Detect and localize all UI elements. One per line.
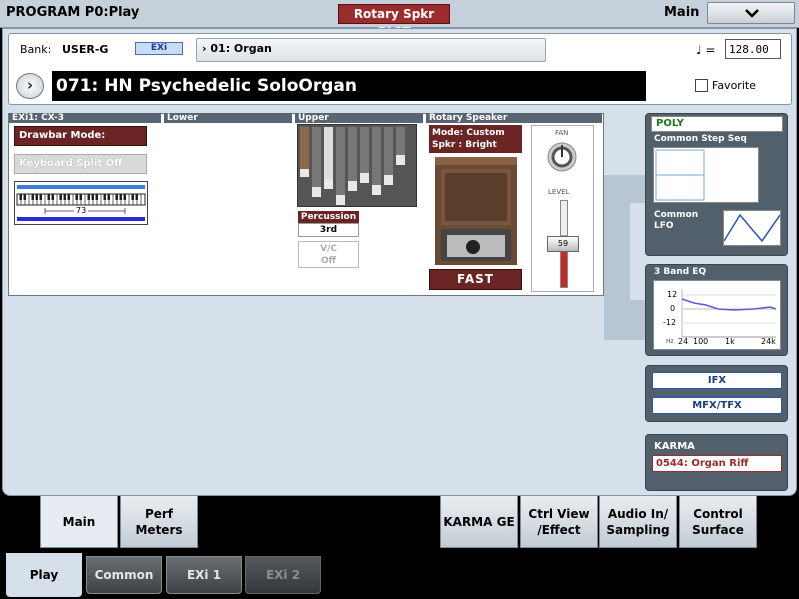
tab-control-surface[interactable]: Control Surface [679,496,757,548]
page-title: PROGRAM P0:Play [6,5,140,20]
category-value: 01: Organ [210,42,272,55]
bank-value[interactable]: USER-G [62,43,108,56]
step-seq-graph[interactable] [653,147,759,203]
tab-common[interactable]: Common [86,556,162,594]
step-seq-icon [655,149,705,201]
tab-label: EXi 2 [265,568,301,582]
tab-perf-meters[interactable]: Perf Meters [120,496,198,548]
eq-ytick: 12 [667,290,678,299]
engine-header: EXi1: CX-3 [9,113,161,123]
program-select-button[interactable]: › [16,73,44,99]
tab-audio-in-sampling[interactable]: Audio In/ Sampling [599,496,677,548]
vc-value: Off [321,256,336,266]
eq-ytick: -12 [663,318,677,327]
fan-knob[interactable] [546,141,578,173]
eq-xunit: Hz [666,338,674,345]
rotary-speed-button[interactable]: FAST [429,269,522,290]
upper-drawbars[interactable] [297,124,417,207]
percussion-label: Percussion [298,211,359,223]
fan-label: FAN [555,129,569,137]
status-badge: Rotary Spkr FAST [338,4,450,39]
speaker-cabinet-icon [435,157,517,265]
current-page-label: Main [664,5,700,20]
tab-exi1[interactable]: EXi 1 [166,556,242,594]
chevron-right-icon: › [202,42,207,55]
ifx-button[interactable]: IFX [652,372,782,389]
eq-xtick: 24 [678,337,689,346]
tab-label: KARMA GE [443,514,515,529]
vibrato-chorus-button[interactable]: V/C Off [298,241,359,268]
tab-exi2[interactable]: EXi 2 [245,556,321,594]
bank-label: Bank: [20,43,52,56]
tab-label: Ctrl View /Effect [528,506,590,537]
favorite-label: Favorite [712,79,756,92]
signal-flow-line [604,300,648,340]
keyboard-split-widget[interactable] [14,181,148,225]
percussion-value[interactable]: 3rd [298,223,359,237]
rotary-header: Rotary Speaker [426,113,602,123]
level-slider-handle[interactable]: 59 [547,236,579,252]
category-select-label: › 01: Organ [202,42,272,55]
tab-label: Play [29,568,59,582]
keyboard-icon [16,185,146,221]
lfo-graph[interactable] [723,210,781,246]
lower-header: Lower [164,113,292,123]
program-name[interactable]: 071: HN Psychedelic SoloOrgan [52,71,646,101]
split-point-value: 73 [74,206,89,215]
tab-ctrl-view-effect[interactable]: Ctrl View /Effect [520,496,598,548]
eq-xtick: 1k [725,337,735,346]
tab-label: Control Surface [692,506,744,537]
tab-label: Common [94,568,154,582]
rotary-mode: Mode: Custom [432,128,505,138]
tab-karma-ge[interactable]: KARMA GE [440,496,518,548]
favorite-checkbox[interactable] [695,79,708,92]
karma-label: KARMA [654,441,695,452]
level-label: LEVEL [548,188,570,196]
tempo-field[interactable]: 128.00 [725,39,781,59]
eq-ytick: 0 [670,304,676,313]
drawbar-mode-button[interactable]: Drawbar Mode: Normal [14,126,147,159]
mfx-tfx-button[interactable]: MFX/TFX [652,397,782,414]
tab-label: Audio In/ Sampling [606,506,670,537]
tab-label: EXi 1 [186,568,222,582]
step-seq-label: Common Step Seq [654,134,747,144]
tab-main[interactable]: Main [40,496,118,548]
engine-badge: EXi [135,42,183,55]
rotary-info[interactable]: Mode: Custom Spkr : Bright [429,125,522,153]
vc-label: V/C [320,244,337,254]
rotary-speaker: Spkr : Bright [432,140,497,150]
karma-module-field[interactable]: 0544: Organ Riff [652,455,782,472]
chevron-down-icon [745,9,759,18]
tab-label: Perf Meters [135,506,183,537]
common-lfo-label: Common LFO [654,210,698,232]
keyboard-split-button[interactable]: Keyboard Split Off [14,154,147,174]
chevron-right-icon: › [26,76,34,94]
eq-xtick: 100 [693,337,709,346]
lfo-label-line1: Common [654,210,699,220]
lfo-label-line2: LFO [654,221,674,231]
tempo-label: ♩ = [696,43,716,57]
page-menu-button[interactable] [707,2,795,24]
knob-icon [547,142,577,172]
triangle-wave-icon [723,213,781,243]
tab-label: Main [62,514,96,529]
eq-xtick: 24k [761,337,776,346]
voice-mode-field[interactable]: POLY [651,116,783,132]
upper-header: Upper [295,113,423,123]
eq-label: 3 Band EQ [654,267,707,277]
rotary-cabinet-image [433,155,519,267]
tab-play[interactable]: Play [6,553,82,597]
drawbars-icon [300,127,405,205]
